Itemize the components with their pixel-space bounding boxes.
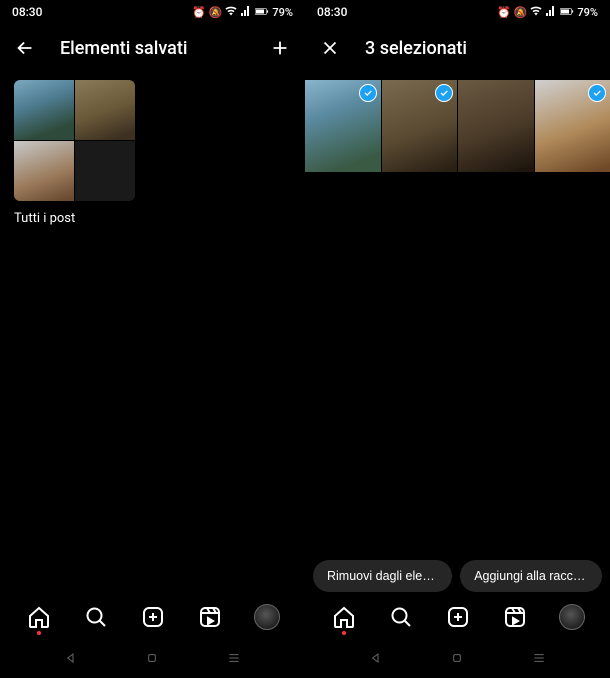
selected-check-icon [588, 84, 606, 102]
search-icon[interactable] [83, 604, 109, 630]
remove-from-saved-button[interactable]: Rimuovi dagli elem… [313, 560, 452, 592]
collection-label: Tutti i post [14, 211, 305, 226]
post-thumb[interactable] [382, 80, 458, 172]
post-thumb[interactable] [458, 80, 534, 172]
selection-count-title: 3 selezionati [365, 38, 596, 59]
system-nav [305, 642, 610, 678]
collection-thumb [75, 80, 135, 140]
new-post-icon[interactable] [445, 604, 471, 630]
selection-screen: 08:30 ⏰ 🔕 79% 3 selezionati [305, 0, 610, 678]
alarm-icon: ⏰ [497, 6, 511, 19]
search-icon[interactable] [388, 604, 414, 630]
bottom-nav [0, 592, 305, 642]
android-home-icon[interactable] [144, 650, 160, 670]
dnd-icon: 🔕 [209, 6, 223, 19]
notification-dot [342, 631, 346, 635]
saved-items-screen: 08:30 ⏰ 🔕 79% Elementi salvati [0, 0, 305, 678]
status-time: 08:30 [12, 5, 42, 19]
profile-avatar[interactable] [559, 604, 585, 630]
add-to-collection-button[interactable]: Aggiungi alla raccol… [460, 560, 602, 592]
collection-all-posts[interactable] [14, 80, 135, 201]
bottom-nav [305, 592, 610, 642]
status-bar: 08:30 ⏰ 🔕 79% [0, 0, 305, 24]
alarm-icon: ⏰ [192, 6, 206, 19]
close-icon[interactable] [319, 37, 341, 59]
android-back-icon[interactable] [63, 650, 79, 670]
selected-check-icon [435, 84, 453, 102]
profile-avatar[interactable] [254, 604, 280, 630]
wifi-icon [225, 5, 237, 20]
dnd-icon: 🔕 [514, 6, 528, 19]
android-home-icon[interactable] [449, 650, 465, 670]
status-icons: ⏰ 🔕 79% [497, 5, 598, 20]
page-title: Elementi salvati [60, 38, 245, 59]
selection-row [305, 80, 610, 172]
post-thumb[interactable] [305, 80, 381, 172]
home-icon[interactable] [331, 604, 357, 630]
status-icons: ⏰ 🔕 79% [192, 5, 293, 20]
wifi-icon [530, 5, 542, 20]
battery-percent: 79% [272, 6, 293, 19]
system-nav [0, 642, 305, 678]
battery-icon [560, 6, 574, 19]
collection-thumb [14, 141, 74, 201]
reels-icon[interactable] [502, 604, 528, 630]
selected-check-icon [359, 84, 377, 102]
collection-thumb [75, 141, 135, 201]
home-icon[interactable] [26, 604, 52, 630]
reels-icon[interactable] [197, 604, 223, 630]
header: 3 selezionati [305, 24, 610, 72]
post-thumb[interactable] [535, 80, 610, 172]
plus-icon[interactable] [269, 37, 291, 59]
notification-dot [37, 631, 41, 635]
signal-icon [240, 5, 252, 20]
action-bar: Rimuovi dagli elem… Aggiungi alla raccol… [305, 560, 610, 592]
android-recent-icon[interactable] [531, 650, 547, 670]
status-bar: 08:30 ⏰ 🔕 79% [305, 0, 610, 24]
battery-percent: 79% [577, 6, 598, 19]
collection-thumb [14, 80, 74, 140]
signal-icon [545, 5, 557, 20]
battery-icon [255, 6, 269, 19]
android-back-icon[interactable] [368, 650, 384, 670]
status-time: 08:30 [317, 5, 347, 19]
back-arrow-icon[interactable] [14, 37, 36, 59]
new-post-icon[interactable] [140, 604, 166, 630]
android-recent-icon[interactable] [226, 650, 242, 670]
content: Tutti i post [0, 72, 305, 678]
header: Elementi salvati [0, 24, 305, 72]
